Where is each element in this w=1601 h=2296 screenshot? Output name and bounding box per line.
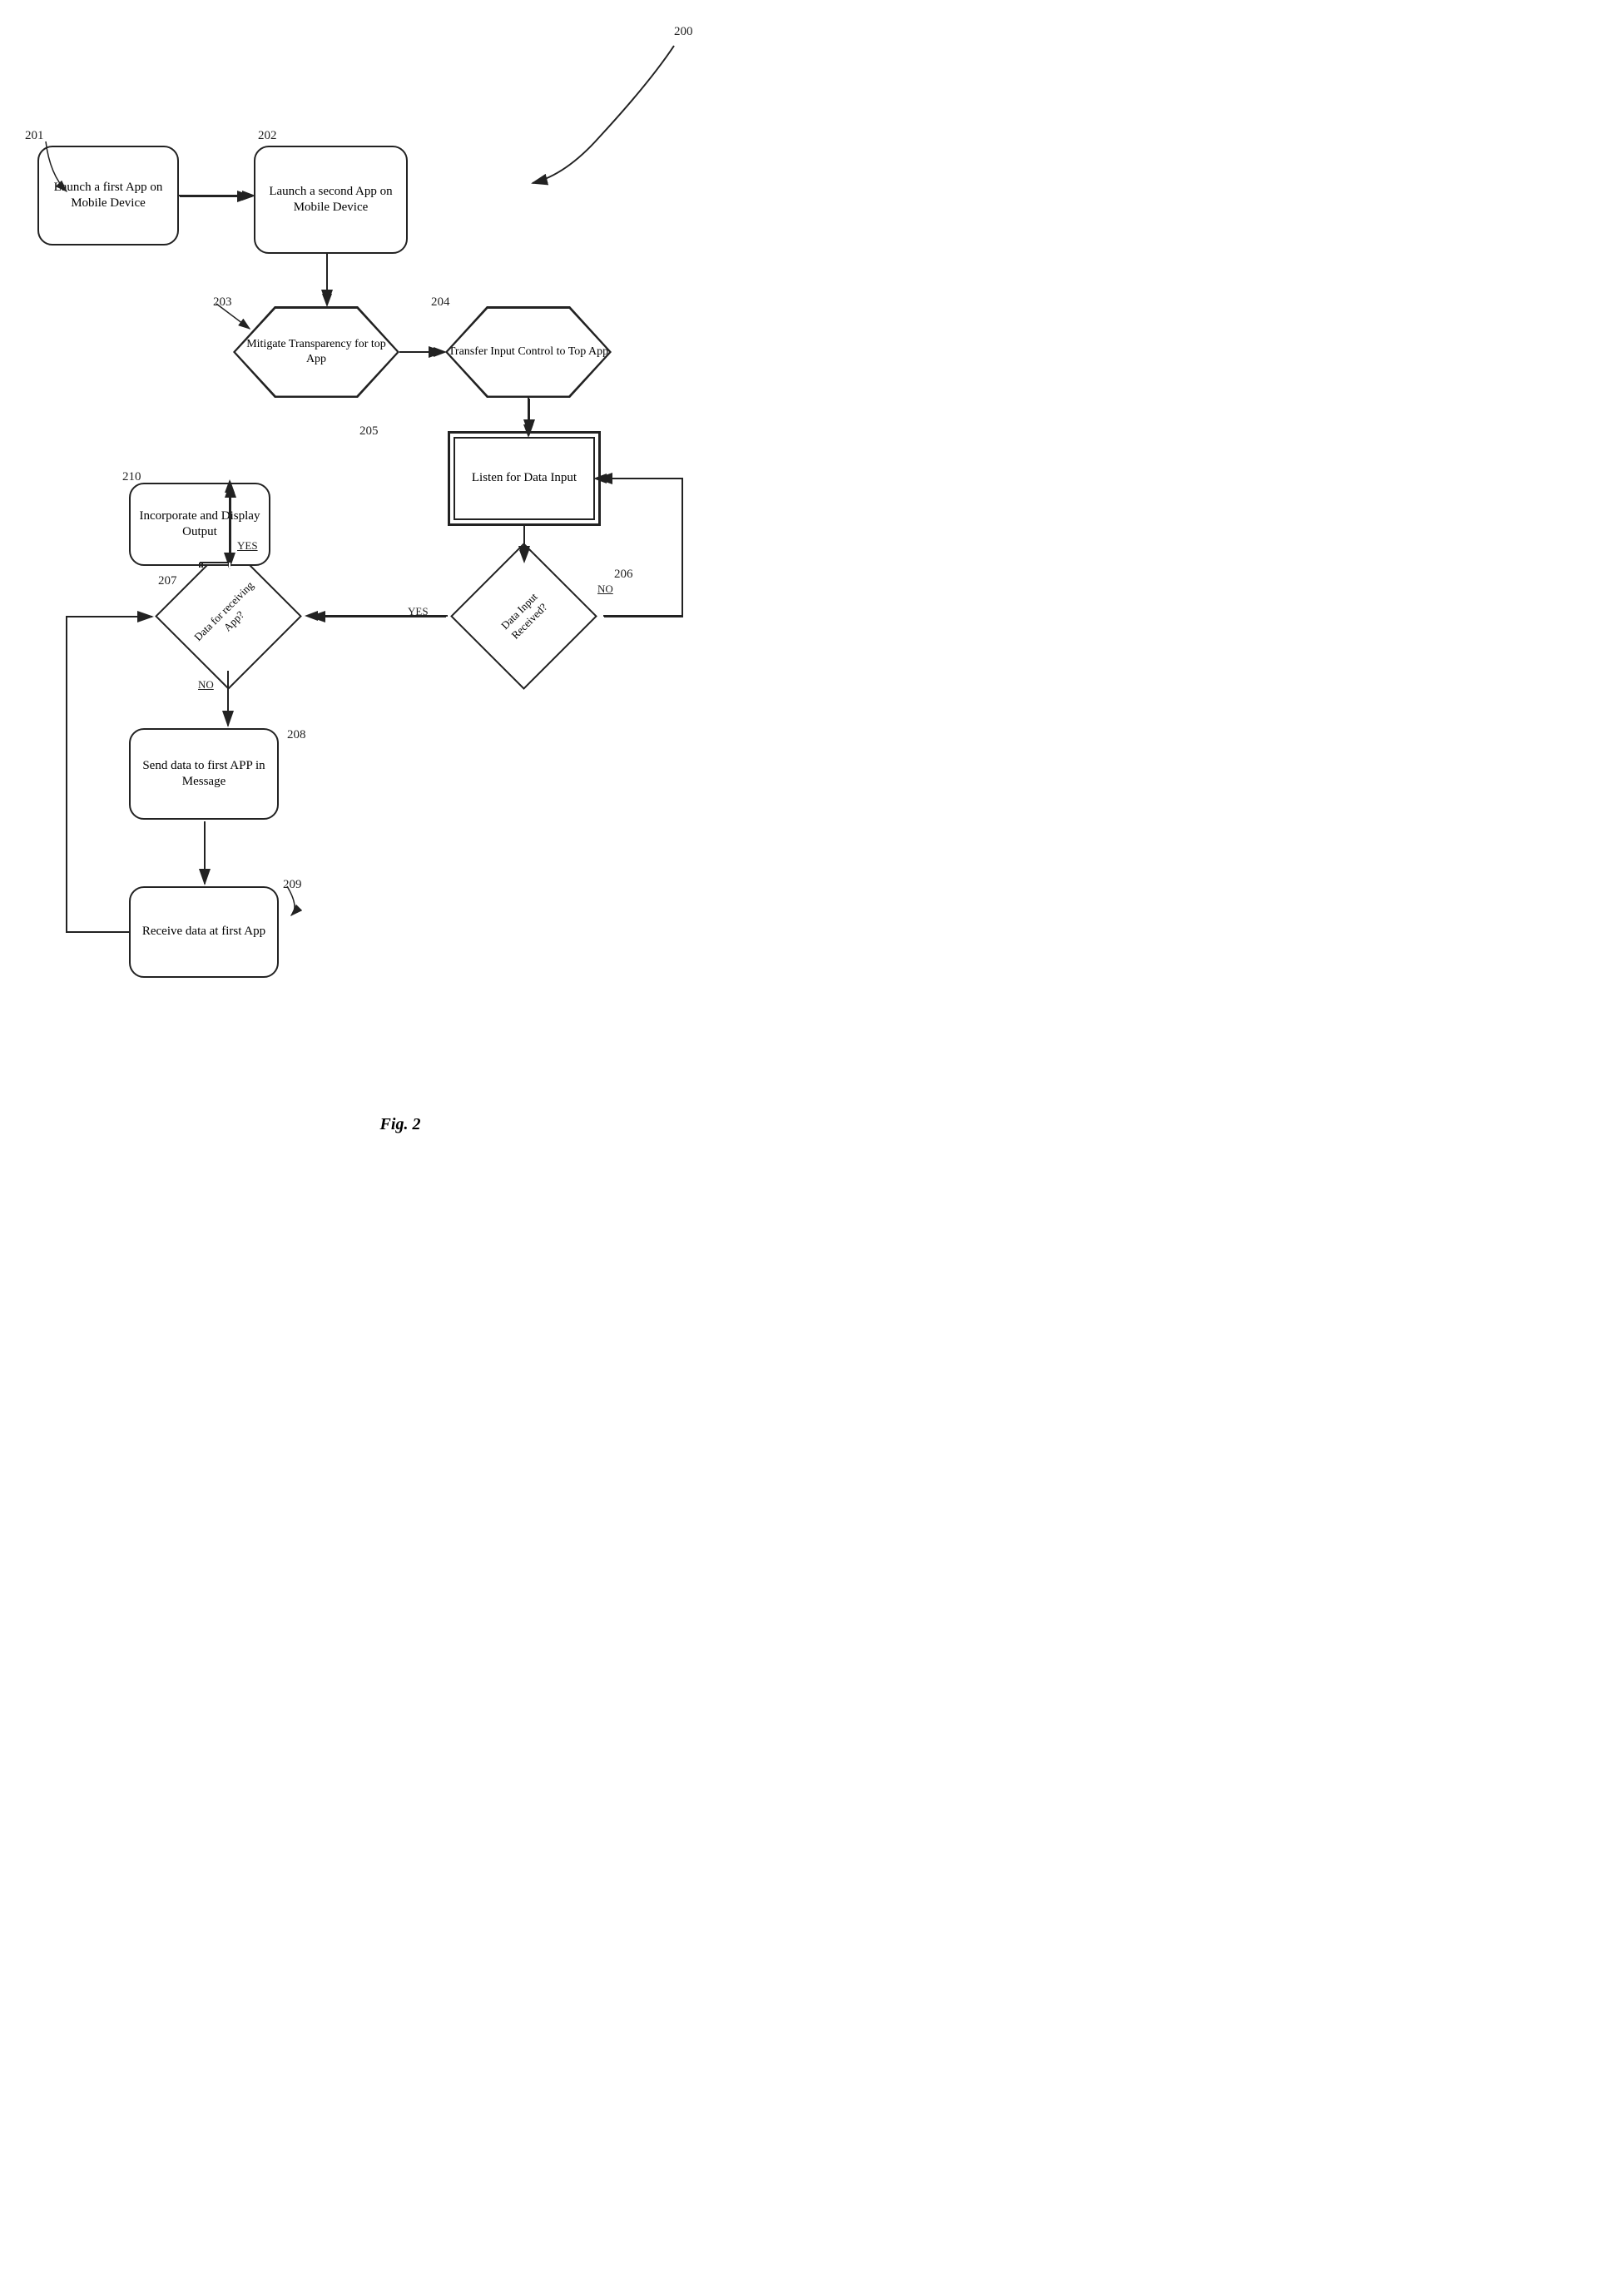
label-yes-207: YES [237,539,258,553]
hex-203: Mitigate Transparency for top App [233,306,399,398]
ref-200: 200 [674,25,693,39]
label-no-207: NO [198,678,214,692]
box-210: Incorporate and Display Output [129,483,270,566]
ref-208: 208 [287,728,306,742]
ref-206: 206 [614,568,633,582]
ref-205: 205 [359,424,379,439]
figure-caption: Fig. 2 [0,1115,800,1151]
box-208: Send data to first APP in Message [129,728,279,820]
hex-204: Transfer Input Control to Top App [445,306,612,398]
label-yes-206: YES [408,605,429,618]
label-no-206: NO [597,583,613,596]
box-201: Launch a first App on Mobile Device [37,146,179,245]
box-209: Receive data at first App [129,886,279,978]
ref-203: 203 [213,295,232,310]
box-202: Launch a second App on Mobile Device [254,146,408,254]
ref-202: 202 [258,129,277,143]
diamond-207-wrapper: Data for receiving App? [154,563,304,671]
flowchart-diagram: 200 201 Launch a first App on Mobile Dev… [0,0,800,1107]
ref-201: 201 [25,129,44,143]
ref-210: 210 [122,470,141,484]
diamond-206-wrapper: Data Input Received? [449,563,599,671]
ref-209: 209 [283,878,302,892]
box-205: Listen for Data Input [454,437,595,520]
